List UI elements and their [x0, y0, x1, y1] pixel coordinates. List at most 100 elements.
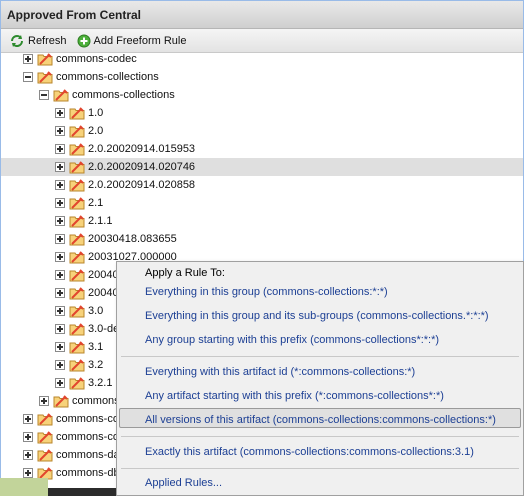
tree-node-label: 2.0.20020914.020746 — [88, 161, 196, 173]
rule-folder-icon — [69, 304, 85, 318]
rule-folder-icon — [69, 340, 85, 354]
expand-toggle-icon[interactable] — [23, 432, 33, 442]
tree-node[interactable]: 2.0.20020914.020746 — [1, 158, 523, 176]
rule-folder-icon — [37, 53, 53, 66]
tree-node[interactable]: commons-codec — [1, 53, 523, 68]
expand-toggle-icon[interactable] — [23, 468, 33, 478]
add-icon — [77, 34, 91, 48]
tree-node-label: commons-collections — [56, 71, 159, 83]
tree-node-label: commons — [72, 395, 120, 407]
expand-toggle-icon[interactable] — [55, 234, 65, 244]
refresh-label: Refresh — [28, 34, 67, 47]
panel-title: Approved From Central — [1, 1, 523, 29]
expand-toggle-icon[interactable] — [55, 306, 65, 316]
collapse-toggle-icon[interactable] — [23, 72, 33, 82]
rule-folder-icon — [53, 394, 69, 408]
rule-folder-icon — [69, 358, 85, 372]
expand-toggle-icon[interactable] — [55, 162, 65, 172]
tree-node-label: 1.0 — [88, 107, 104, 119]
expand-toggle-icon[interactable] — [55, 198, 65, 208]
add-freeform-rule-button[interactable]: Add Freeform Rule — [75, 33, 189, 49]
rule-folder-icon — [69, 376, 85, 390]
tree-node[interactable]: 2.0.20020914.020858 — [1, 176, 523, 194]
rule-folder-icon — [69, 196, 85, 210]
tree-node[interactable]: 2.0 — [1, 122, 523, 140]
rule-folder-icon — [69, 106, 85, 120]
expand-toggle-icon[interactable] — [55, 342, 65, 352]
tree-node-label: 2.1 — [88, 197, 104, 209]
menu-item-artifact-id[interactable]: Everything with this artifact id (*:comm… — [145, 366, 415, 378]
refresh-button[interactable]: Refresh — [7, 33, 69, 49]
expand-toggle-icon[interactable] — [55, 378, 65, 388]
menu-item-all-versions[interactable]: All versions of this artifact (commons-c… — [145, 414, 496, 426]
rule-folder-icon — [69, 178, 85, 192]
tree-node-label: 3.0 — [88, 305, 104, 317]
tree-node-label: 2.1.1 — [88, 215, 113, 227]
expand-toggle-icon[interactable] — [55, 126, 65, 136]
expand-toggle-icon[interactable] — [55, 288, 65, 298]
add-freeform-rule-label: Add Freeform Rule — [93, 34, 187, 47]
apply-rule-context-menu: Apply a Rule To: Everything in this grou… — [116, 261, 524, 496]
tree-node-label: commons-db — [56, 467, 120, 479]
rule-folder-icon — [69, 232, 85, 246]
rule-folder-icon — [37, 430, 53, 444]
rule-folder-icon — [69, 322, 85, 336]
rule-folder-icon — [69, 268, 85, 282]
rule-folder-icon — [69, 250, 85, 264]
tree-node-label: 20030418.083655 — [88, 233, 177, 245]
tree-node-label: 20040 — [88, 287, 119, 299]
menu-item-group-and-subgroups[interactable]: Everything in this group and its sub-gro… — [145, 310, 489, 322]
collapse-toggle-icon[interactable] — [39, 90, 49, 100]
tree-node-label: commons-co — [56, 431, 119, 443]
rule-folder-icon — [37, 448, 53, 462]
expand-toggle-icon[interactable] — [55, 180, 65, 190]
tree-node-label: 2.0.20020914.020858 — [88, 179, 196, 191]
bottom-bar — [48, 488, 116, 496]
tree-node-label: 3.2 — [88, 359, 104, 371]
menu-item-artifact-prefix[interactable]: Any artifact starting with this prefix (… — [145, 390, 444, 402]
expand-toggle-icon[interactable] — [39, 396, 49, 406]
rule-folder-icon — [53, 88, 69, 102]
expand-toggle-icon[interactable] — [55, 360, 65, 370]
expand-toggle-icon[interactable] — [55, 270, 65, 280]
tree-node[interactable]: 2.1.1 — [1, 212, 523, 230]
expand-toggle-icon[interactable] — [55, 252, 65, 262]
rule-folder-icon — [69, 160, 85, 174]
rule-folder-icon — [37, 70, 53, 84]
toolbar: Refresh Add Freeform Rule — [1, 29, 523, 53]
menu-item-group-prefix[interactable]: Any group starting with this prefix (com… — [145, 334, 439, 346]
tree-node-label: commons-co — [56, 413, 119, 425]
tree-node-label: 3.2.1 — [88, 377, 113, 389]
tree-node[interactable]: commons-collections — [1, 68, 523, 86]
tree-node[interactable]: 20030418.083655 — [1, 230, 523, 248]
menu-item-applied-rules[interactable]: Applied Rules... — [145, 477, 222, 489]
menu-separator — [121, 436, 519, 437]
expand-toggle-icon[interactable] — [23, 450, 33, 460]
refresh-icon — [9, 34, 25, 48]
tree-node-label: 2.0 — [88, 125, 104, 137]
expand-toggle-icon[interactable] — [23, 414, 33, 424]
rule-folder-icon — [69, 124, 85, 138]
tree-node-label: commons-da — [56, 449, 120, 461]
tree-node[interactable]: commons-collections — [1, 86, 523, 104]
tree-node[interactable]: 2.0.20020914.015953 — [1, 140, 523, 158]
tree-node-label: 3.0-de — [88, 323, 120, 335]
expand-toggle-icon[interactable] — [55, 144, 65, 154]
expand-toggle-icon[interactable] — [55, 108, 65, 118]
menu-item-group[interactable]: Everything in this group (commons-collec… — [145, 286, 388, 298]
expand-toggle-icon[interactable] — [23, 54, 33, 64]
tree-node-label: 20040 — [88, 269, 119, 281]
tree-node[interactable]: 2.1 — [1, 194, 523, 212]
rule-folder-icon — [69, 142, 85, 156]
expand-toggle-icon[interactable] — [55, 216, 65, 226]
tree-node-label: commons-codec — [56, 53, 137, 65]
menu-separator — [121, 356, 519, 357]
rule-folder-icon — [69, 286, 85, 300]
menu-separator — [121, 468, 519, 469]
expand-toggle-icon[interactable] — [55, 324, 65, 334]
tree-node[interactable]: 1.0 — [1, 104, 523, 122]
status-strip — [0, 478, 48, 496]
menu-item-exact-artifact[interactable]: Exactly this artifact (commons-collectio… — [145, 446, 474, 458]
tree-node-label: commons-collections — [72, 89, 175, 101]
tree-node-label: 2.0.20020914.015953 — [88, 143, 196, 155]
